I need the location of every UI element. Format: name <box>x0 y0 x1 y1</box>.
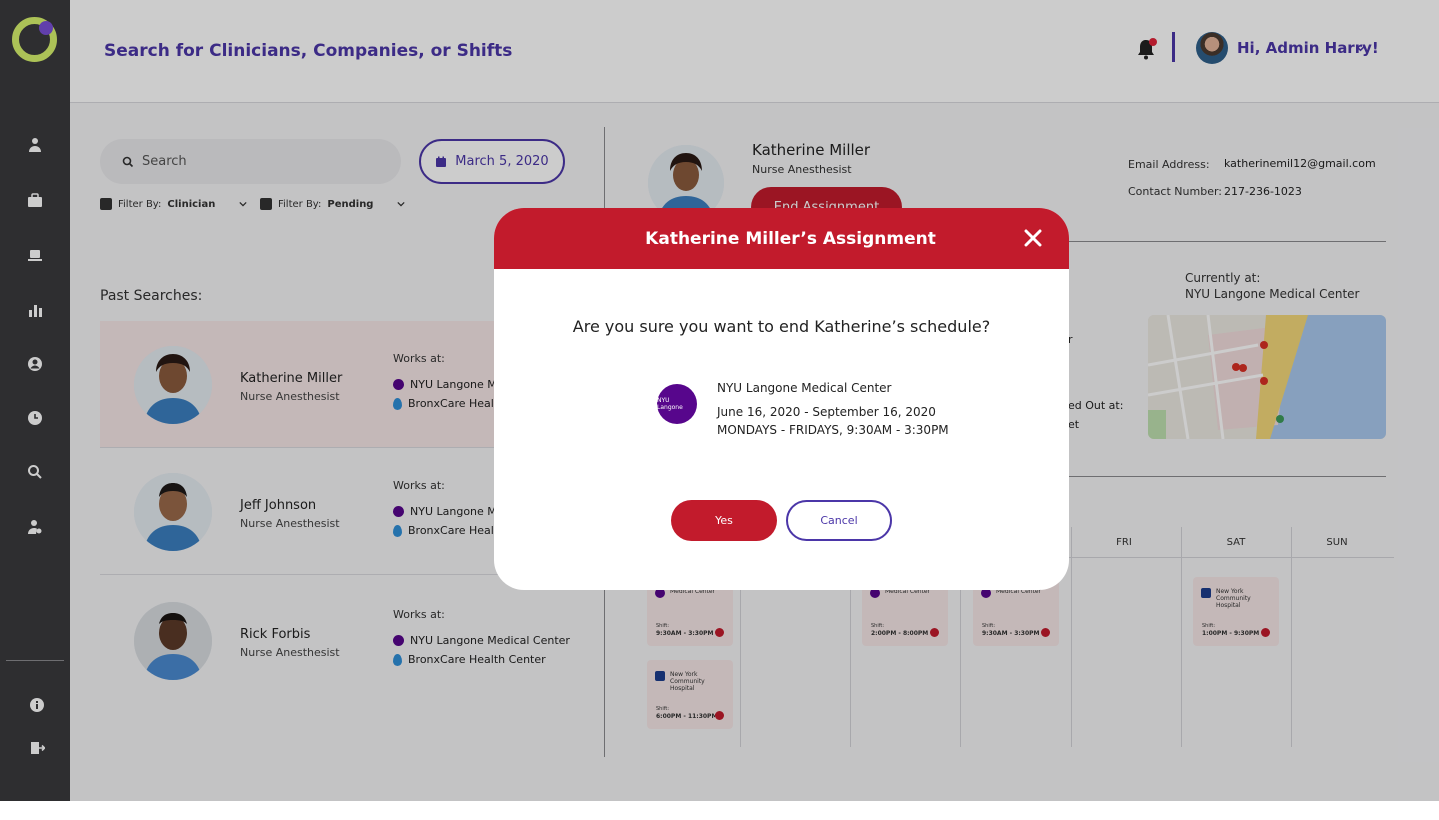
modal-header: Katherine Miller’s Assignment <box>494 208 1069 269</box>
yes-button[interactable]: Yes <box>671 500 777 541</box>
end-assignment-modal: Katherine Miller’s Assignment Are you su… <box>494 208 1069 590</box>
app: Search for Clinicians, Companies, or Shi… <box>0 0 1439 801</box>
cancel-button[interactable]: Cancel <box>786 500 892 541</box>
modal-facility: NYU Langone Medical Center <box>717 381 892 395</box>
modal-question: Are you sure you want to end Katherine’s… <box>572 317 991 336</box>
modal-dates: June 16, 2020 - September 16, 2020 <box>717 405 936 419</box>
modal-title: Katherine Miller’s Assignment <box>645 229 936 249</box>
logo-text: NYU Langone <box>657 397 683 411</box>
close-icon[interactable] <box>1024 229 1042 247</box>
modal-days: MONDAYS - FRIDAYS, 9:30AM - 3:30PM <box>717 423 949 437</box>
nyu-langone-logo: NYU Langone <box>657 384 697 424</box>
